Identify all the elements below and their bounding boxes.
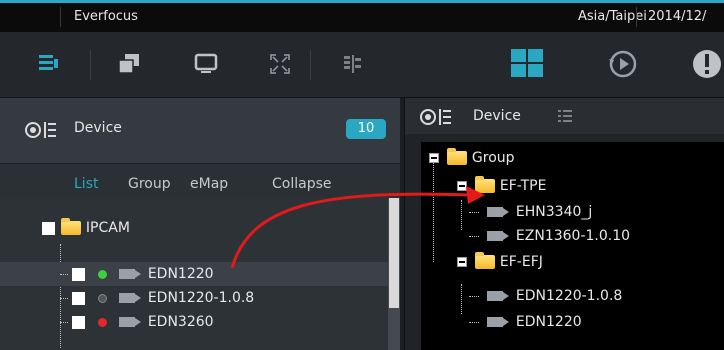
drag-arrow-annotation [230,186,485,269]
app-window: Everfocus Asia/Taipei 2014/12/ Device 10… [0,0,724,350]
